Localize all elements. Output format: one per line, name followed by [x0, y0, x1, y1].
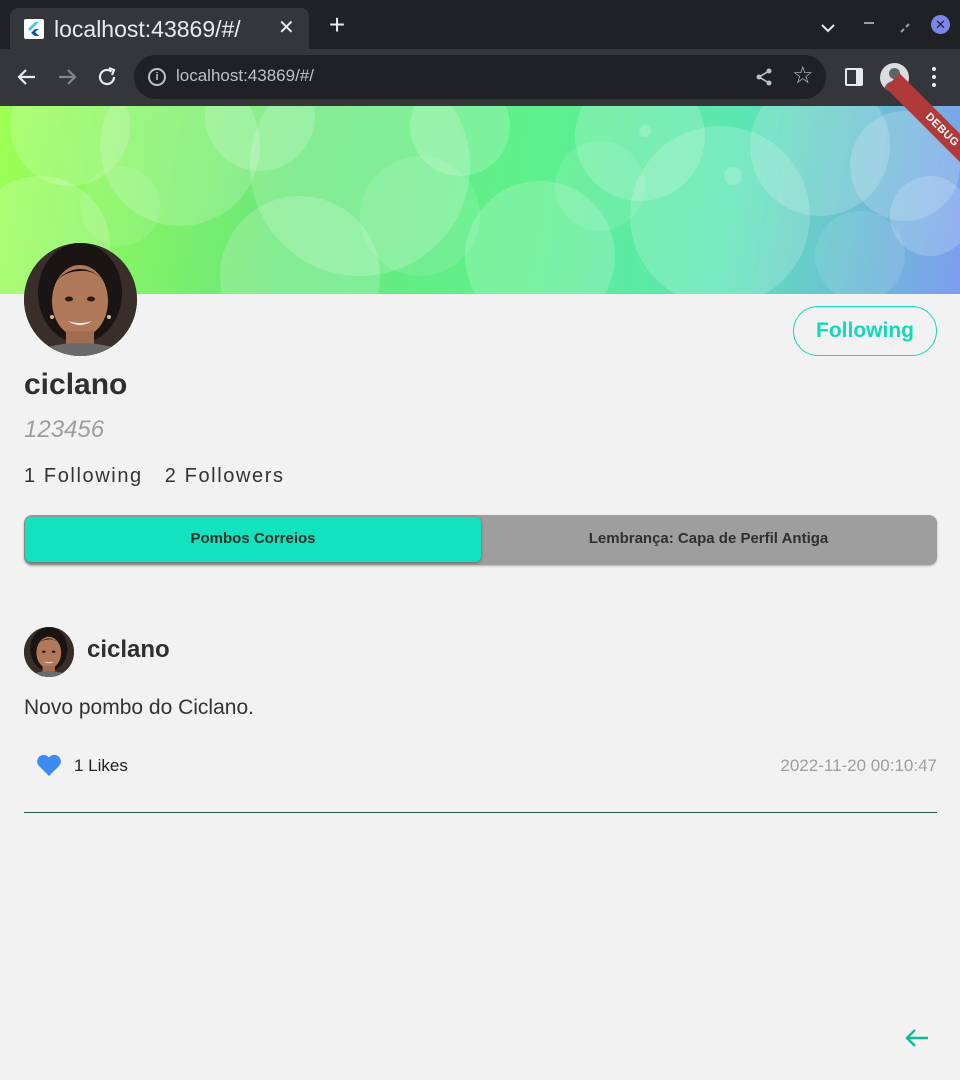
url-text[interactable]: localhost:43869/#/ — [176, 66, 314, 86]
follow-stats: 1 Following 2 Followers — [24, 465, 307, 488]
window-restore-button[interactable] — [900, 20, 910, 38]
tab-pombos-correios[interactable]: Pombos Correios — [25, 517, 481, 562]
browser-menu-icon[interactable] — [925, 66, 943, 88]
following-count[interactable]: 1 Following — [24, 465, 143, 487]
share-icon[interactable] — [754, 67, 774, 92]
bookmark-star-icon[interactable]: ☆ — [792, 64, 814, 88]
window-close-button[interactable]: ✕ — [931, 15, 950, 34]
following-button[interactable]: Following — [793, 306, 937, 356]
likes-count: 1 Likes — [74, 756, 128, 775]
flutter-favicon-icon — [24, 19, 44, 39]
profile-name: ciclano — [24, 368, 128, 401]
new-tab-button[interactable]: + — [325, 11, 349, 39]
window-minimize-button[interactable] — [864, 22, 874, 24]
heart-icon[interactable] — [36, 753, 62, 782]
arrow-left-icon[interactable] — [903, 1024, 931, 1057]
post-text: Novo pombo do Ciclano. — [24, 696, 254, 719]
post-divider — [24, 812, 937, 813]
tab-search-chevron-icon[interactable] — [818, 18, 838, 43]
post-author-name[interactable]: ciclano — [87, 636, 170, 664]
site-info-icon[interactable]: i — [148, 68, 166, 86]
post-author-avatar[interactable] — [24, 627, 74, 677]
tab-lembranca[interactable]: Lembrança: Capa de Perfil Antiga — [480, 515, 937, 565]
profile-tabs: Lembrança: Capa de Perfil Antiga Pombos … — [24, 515, 937, 565]
profile-cover-banner — [0, 106, 960, 294]
profile-avatar — [24, 243, 137, 356]
followers-count[interactable]: 2 Followers — [165, 465, 285, 487]
forward-nav-icon[interactable] — [55, 65, 79, 89]
profile-handle: 123456 — [24, 416, 105, 443]
post-timestamp: 2022-11-20 00:10:47 — [780, 756, 937, 775]
side-panel-icon[interactable] — [845, 68, 863, 86]
browser-tab-bar: localhost:43869/#/ ✕ + ✕ — [0, 0, 960, 49]
tab-close-icon[interactable]: ✕ — [278, 17, 295, 39]
address-bar[interactable]: i localhost:43869/#/ ☆ — [134, 55, 826, 99]
browser-tab[interactable]: localhost:43869/#/ ✕ — [10, 8, 309, 49]
back-nav-icon[interactable] — [15, 65, 39, 89]
tab-title: localhost:43869/#/ — [54, 16, 241, 42]
browser-toolbar: i localhost:43869/#/ ☆ — [0, 49, 960, 106]
reload-icon[interactable] — [95, 65, 119, 89]
